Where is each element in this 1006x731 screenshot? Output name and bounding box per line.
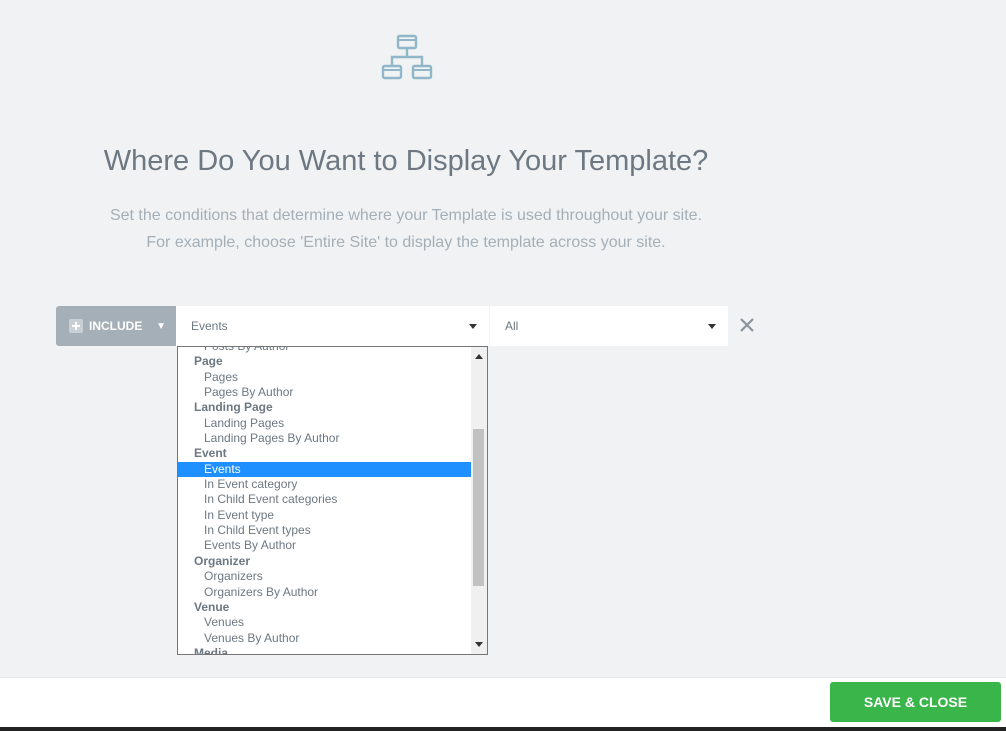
- list-item[interactable]: In Child Event types: [178, 523, 472, 538]
- description-line-2: For example, choose 'Entire Site' to dis…: [146, 234, 666, 251]
- condition-type-value: Events: [191, 319, 228, 333]
- condition-sub-value: All: [505, 319, 519, 333]
- list-item[interactable]: In Child Event categories: [178, 492, 472, 507]
- description-line-1: Set the conditions that determine where …: [109, 207, 703, 224]
- include-label: INCLUDE: [89, 319, 143, 333]
- bottom-border: [0, 727, 1006, 731]
- plus-icon: [69, 319, 83, 333]
- option-group-label: Organizer: [194, 553, 251, 568]
- include-exclude-dropdown[interactable]: INCLUDE ▼: [56, 306, 176, 346]
- list-item[interactable]: Landing Pages: [178, 416, 472, 431]
- option-group-label: Page: [194, 354, 223, 369]
- list-item[interactable]: Pages: [178, 370, 472, 385]
- option-group-label: Landing Page: [194, 400, 273, 415]
- scrollbar[interactable]: [471, 347, 487, 654]
- list-item[interactable]: Venues By Author: [178, 631, 472, 646]
- list-item[interactable]: Pages By Author: [178, 385, 472, 400]
- sitemap-icon: [381, 34, 433, 80]
- options-container: Posts By Author Page Pages Pages By Author…: [178, 347, 472, 655]
- option-group-label: Event: [194, 446, 227, 461]
- save-and-close-button[interactable]: SAVE & CLOSE: [830, 682, 1001, 722]
- caret-down-icon: ▼: [156, 320, 166, 332]
- scroll-down-arrow-icon[interactable]: [471, 638, 487, 652]
- list-item[interactable]: Events: [178, 461, 472, 478]
- list-item[interactable]: Posts By Author: [178, 347, 472, 354]
- list-item[interactable]: Venues: [178, 615, 472, 630]
- list-item[interactable]: Organizers By Author: [178, 585, 472, 600]
- list-item[interactable]: In Event type: [178, 508, 472, 523]
- dropdown-arrow-icon: [469, 323, 477, 329]
- condition-sub-select[interactable]: All: [490, 306, 728, 346]
- list-item[interactable]: Events By Author: [178, 538, 472, 553]
- scroll-up-arrow-icon[interactable]: [471, 349, 487, 363]
- dropdown-arrow-icon: [708, 323, 716, 329]
- list-item[interactable]: Landing Pages By Author: [178, 431, 472, 446]
- close-icon[interactable]: [738, 316, 756, 334]
- list-item[interactable]: In Event category: [178, 477, 472, 492]
- list-item[interactable]: Organizers: [178, 569, 472, 584]
- page-title: Where Do You Want to Display Your Templa…: [103, 145, 709, 177]
- option-group-label: Venue: [194, 599, 230, 614]
- option-group-label: Media: [194, 645, 229, 655]
- scrollbar-thumb[interactable]: [473, 429, 484, 586]
- condition-type-select[interactable]: Events: [176, 306, 489, 346]
- condition-options-list[interactable]: Posts By Author Page Pages Pages By Author…: [177, 346, 488, 655]
